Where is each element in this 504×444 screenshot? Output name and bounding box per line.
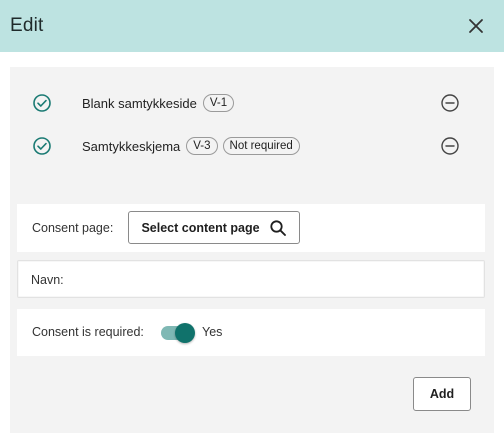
search-icon	[269, 219, 286, 236]
consent-required-state: Yes	[202, 325, 223, 339]
remove-circle-icon	[441, 94, 459, 112]
close-icon	[469, 19, 483, 33]
edit-panel: Blank samtykkeside V-1 Samtykkeskjema V-…	[10, 67, 494, 433]
consent-required-label: Consent is required:	[32, 325, 144, 339]
select-content-page-label: Select content page	[141, 220, 260, 235]
check-circle-icon	[32, 93, 52, 113]
dialog-title: Edit	[10, 15, 44, 36]
navn-section: Navn:	[17, 260, 485, 298]
consent-page-section: Consent page: Select content page	[17, 204, 485, 252]
add-button[interactable]: Add	[413, 377, 471, 411]
requirement-chip: Not required	[222, 137, 300, 155]
navn-label: Navn:	[31, 273, 64, 287]
consent-page-label: Consent page:	[32, 221, 114, 235]
remove-circle-icon	[441, 137, 459, 155]
remove-document-button[interactable]	[440, 136, 460, 156]
consent-required-toggle[interactable]	[161, 323, 195, 343]
close-button[interactable]	[464, 14, 488, 38]
version-chip: V-3	[186, 137, 218, 155]
select-content-page-button[interactable]: Select content page	[128, 211, 300, 244]
consent-required-section: Consent is required: Yes	[17, 309, 485, 356]
document-name: Blank samtykkeside V-1	[82, 94, 235, 112]
document-title: Blank samtykkeside	[82, 95, 197, 111]
document-name: Samtykkeskjema V-3 Not required	[82, 137, 300, 155]
dialog-header: Edit	[0, 0, 504, 52]
document-row: Samtykkeskjema V-3 Not required	[10, 134, 494, 158]
toggle-thumb	[175, 323, 195, 343]
document-title: Samtykkeskjema	[82, 138, 181, 154]
check-circle-icon	[32, 136, 52, 156]
navn-input[interactable]	[74, 267, 474, 293]
remove-document-button[interactable]	[440, 93, 460, 113]
version-chip: V-1	[202, 94, 235, 112]
document-row: Blank samtykkeside V-1	[10, 91, 494, 115]
